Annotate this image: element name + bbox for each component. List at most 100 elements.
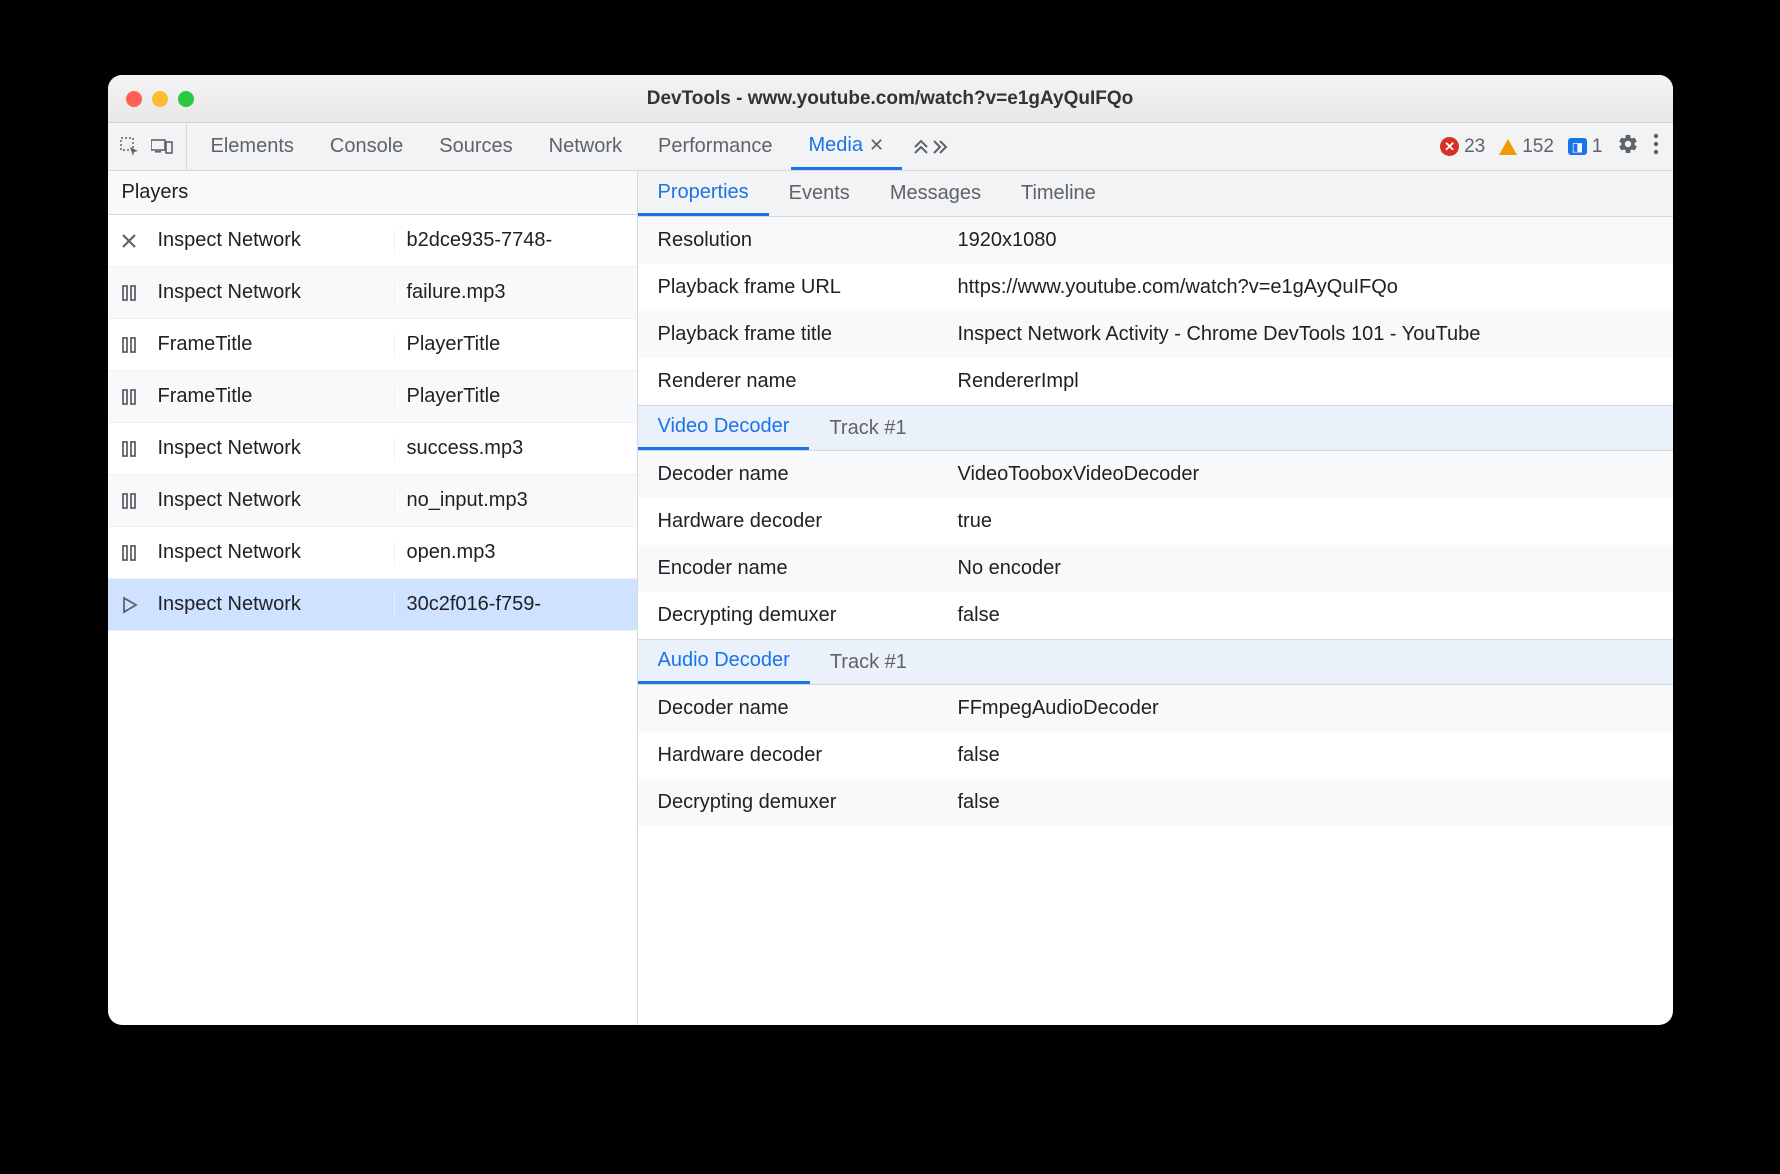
player-frame: Inspect Network	[150, 437, 395, 460]
warnings-count: 152	[1522, 136, 1554, 158]
player-row[interactable]: FrameTitlePlayerTitle	[108, 371, 637, 423]
player-row[interactable]: Inspect Networkb2dce935-7748-	[108, 215, 637, 267]
close-window-button[interactable]	[126, 91, 142, 107]
player-title: 30c2f016-f759-	[395, 593, 637, 616]
player-title: failure.mp3	[395, 281, 637, 304]
detail-tabs: Properties Events Messages Timeline	[638, 171, 1673, 217]
player-status-icon	[108, 596, 150, 614]
player-frame: FrameTitle	[150, 333, 395, 356]
player-title: success.mp3	[395, 437, 637, 460]
property-row: Hardware decoderfalse	[638, 732, 1673, 779]
property-value: false	[958, 791, 1653, 814]
more-options-icon[interactable]	[1653, 133, 1659, 160]
video-track-tab[interactable]: Track #1	[809, 406, 926, 450]
property-key: Decrypting demuxer	[658, 604, 958, 627]
player-title: b2dce935-7748-	[395, 229, 637, 252]
player-status-icon	[108, 388, 150, 406]
tab-elements[interactable]: Elements	[193, 123, 312, 170]
audio-decoder-section-tabs: Audio Decoder Track #1	[638, 639, 1673, 685]
detail-tab-events[interactable]: Events	[769, 171, 870, 216]
property-row: Decrypting demuxerfalse	[638, 779, 1673, 826]
property-row: Playback frame URLhttps://www.youtube.co…	[638, 264, 1673, 311]
panel-tabs: Elements Console Sources Network Perform…	[193, 123, 903, 170]
sidebar-header: Players	[108, 171, 637, 215]
property-key: Hardware decoder	[658, 744, 958, 767]
player-row[interactable]: Inspect Network30c2f016-f759-	[108, 579, 637, 631]
audio-decoder-tab[interactable]: Audio Decoder	[638, 640, 810, 684]
player-row[interactable]: Inspect Networkno_input.mp3	[108, 475, 637, 527]
player-status-icon	[108, 232, 150, 250]
errors-count: 23	[1464, 136, 1485, 158]
issues-count: 1	[1592, 136, 1603, 158]
error-icon: ✕	[1440, 137, 1459, 156]
detail-panel: Properties Events Messages Timeline Reso…	[638, 171, 1673, 1025]
warnings-badge[interactable]: 152	[1499, 136, 1554, 158]
property-value: https://www.youtube.com/watch?v=e1gAyQuI…	[958, 276, 1653, 299]
player-row[interactable]: Inspect Networkfailure.mp3	[108, 267, 637, 319]
property-row: Playback frame titleInspect Network Acti…	[638, 311, 1673, 358]
property-row: Hardware decodertrue	[638, 498, 1673, 545]
player-status-icon	[108, 336, 150, 354]
player-status-icon	[108, 492, 150, 510]
player-title: PlayerTitle	[395, 333, 637, 356]
property-value: RendererImpl	[958, 370, 1653, 393]
property-key: Playback frame URL	[658, 276, 958, 299]
issues-badge[interactable]: ◨ 1	[1568, 136, 1603, 158]
audio-track-tab[interactable]: Track #1	[810, 640, 927, 684]
property-key: Decrypting demuxer	[658, 791, 958, 814]
player-status-icon	[108, 440, 150, 458]
device-toggle-icon[interactable]	[150, 135, 174, 159]
tab-performance[interactable]: Performance	[640, 123, 791, 170]
property-row: Encoder nameNo encoder	[638, 545, 1673, 592]
players-sidebar: Players Inspect Networkb2dce935-7748-Ins…	[108, 171, 638, 1025]
property-row: Decoder nameVideoTooboxVideoDecoder	[638, 451, 1673, 498]
player-status-icon	[108, 544, 150, 562]
settings-icon[interactable]	[1617, 133, 1639, 160]
main-toolbar: Elements Console Sources Network Perform…	[108, 123, 1673, 171]
property-key: Decoder name	[658, 697, 958, 720]
more-tabs-button[interactable]	[902, 123, 956, 170]
detail-tab-timeline[interactable]: Timeline	[1001, 171, 1116, 216]
maximize-window-button[interactable]	[178, 91, 194, 107]
property-value: No encoder	[958, 557, 1653, 580]
property-value: false	[958, 604, 1653, 627]
player-list: Inspect Networkb2dce935-7748-Inspect Net…	[108, 215, 637, 1025]
video-decoder-tab[interactable]: Video Decoder	[638, 406, 810, 450]
detail-tab-messages[interactable]: Messages	[870, 171, 1001, 216]
player-row[interactable]: Inspect Networksuccess.mp3	[108, 423, 637, 475]
content-area: Players Inspect Networkb2dce935-7748-Ins…	[108, 171, 1673, 1025]
property-key: Playback frame title	[658, 323, 958, 346]
inspect-element-icon[interactable]	[118, 135, 142, 159]
player-title: PlayerTitle	[395, 385, 637, 408]
tab-console[interactable]: Console	[312, 123, 421, 170]
property-key: Resolution	[658, 229, 958, 252]
tab-network[interactable]: Network	[531, 123, 640, 170]
player-frame: Inspect Network	[150, 489, 395, 512]
property-value: true	[958, 510, 1653, 533]
top-properties: Resolution1920x1080Playback frame URLhtt…	[638, 217, 1673, 405]
property-row: Renderer nameRendererImpl	[638, 358, 1673, 405]
player-frame: Inspect Network	[150, 229, 395, 252]
close-tab-icon[interactable]: ✕	[869, 135, 884, 156]
player-row[interactable]: Inspect Networkopen.mp3	[108, 527, 637, 579]
issue-icon: ◨	[1568, 138, 1587, 155]
errors-badge[interactable]: ✕ 23	[1440, 136, 1485, 158]
audio-decoder-properties: Decoder nameFFmpegAudioDecoderHardware d…	[638, 685, 1673, 826]
property-value: VideoTooboxVideoDecoder	[958, 463, 1653, 486]
player-frame: FrameTitle	[150, 385, 395, 408]
property-key: Decoder name	[658, 463, 958, 486]
detail-tab-properties[interactable]: Properties	[638, 171, 769, 216]
window-title: DevTools - www.youtube.com/watch?v=e1gAy…	[647, 88, 1134, 110]
tab-sources[interactable]: Sources	[421, 123, 530, 170]
player-status-icon	[108, 284, 150, 302]
property-row: Resolution1920x1080	[638, 217, 1673, 264]
player-frame: Inspect Network	[150, 281, 395, 304]
player-title: no_input.mp3	[395, 489, 637, 512]
tab-media[interactable]: Media ✕	[791, 123, 903, 170]
devtools-window: DevTools - www.youtube.com/watch?v=e1gAy…	[108, 75, 1673, 1025]
player-row[interactable]: FrameTitlePlayerTitle	[108, 319, 637, 371]
video-decoder-section-tabs: Video Decoder Track #1	[638, 405, 1673, 451]
minimize-window-button[interactable]	[152, 91, 168, 107]
titlebar: DevTools - www.youtube.com/watch?v=e1gAy…	[108, 75, 1673, 123]
property-value: 1920x1080	[958, 229, 1653, 252]
